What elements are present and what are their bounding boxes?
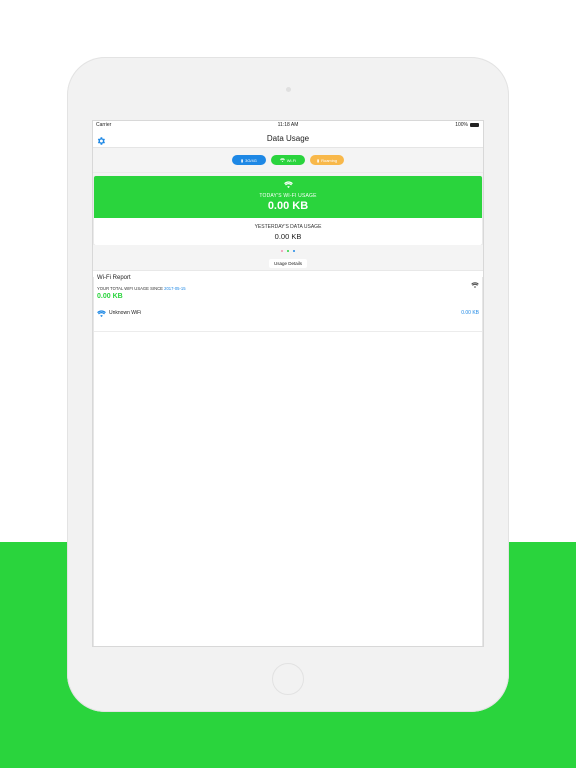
today-panel: TODAY'S WI-FI USAGE 0.00 KB	[94, 176, 482, 218]
network-name: Unknown WiFi	[109, 309, 142, 316]
page-dot[interactable]	[281, 249, 283, 252]
page-dot-active[interactable]	[287, 249, 289, 252]
yesterday-usage-label: YESTERDAY'S DATA USAGE	[254, 224, 322, 230]
network-toggle-bar: ▮ 3G/4G Wi-Fi ▮ Roaming	[93, 148, 483, 173]
wifi-report: Wi-Fi Report YOUR TOTAL WIFI USAGE SINCE…	[93, 271, 483, 332]
section-header: Usage Details	[93, 256, 483, 271]
today-usage-label: TODAY'S WI-FI USAGE	[259, 193, 317, 199]
battery-icon	[470, 123, 479, 127]
today-usage-value: 0.00 KB	[267, 200, 309, 212]
toggle-label: Wi-Fi	[286, 157, 297, 163]
total-usage-date: 2017-05-15	[164, 286, 186, 291]
toggle-wifi[interactable]: Wi-Fi	[270, 155, 305, 165]
status-battery: 100%	[455, 121, 479, 129]
home-button[interactable]	[272, 663, 304, 695]
wifi-icon	[97, 304, 106, 322]
yesterday-usage-value: 0.00 KB	[274, 232, 302, 241]
camera-dot	[286, 87, 291, 92]
list-item[interactable]: Unknown WiFi 0.00 KB	[97, 308, 479, 317]
gear-icon[interactable]	[96, 133, 106, 145]
navigation-bar: Data Usage	[93, 129, 483, 148]
wifi-icon	[471, 275, 479, 293]
page-dot[interactable]	[293, 249, 295, 252]
summary-area: TODAY'S WI-FI USAGE 0.00 KB YESTERDAY'S …	[93, 173, 483, 245]
wifi-icon	[94, 181, 482, 188]
network-usage-value: 0.00 KB	[461, 309, 479, 316]
page-title: Data Usage	[266, 133, 310, 143]
report-title: Wi-Fi Report	[97, 275, 131, 281]
signal-icon: ▮	[316, 157, 320, 163]
summary-card[interactable]: TODAY'S WI-FI USAGE 0.00 KB YESTERDAY'S …	[94, 176, 482, 245]
toggle-3g-4g[interactable]: ▮ 3G/4G	[231, 155, 266, 165]
toggle-label: 3G/4G	[245, 157, 257, 163]
divider	[482, 277, 483, 646]
divider	[93, 277, 94, 646]
tablet-frame: Carrier 11:18 AM 100% Data Usage ▮ 3G/4G	[67, 57, 509, 712]
yesterday-panel: YESTERDAY'S DATA USAGE 0.00 KB	[94, 218, 482, 245]
signal-icon: ▮	[240, 157, 244, 163]
toggle-roaming[interactable]: ▮ Roaming	[309, 155, 345, 165]
section-title: Usage Details	[268, 258, 307, 268]
toggle-label: Roaming	[321, 157, 338, 163]
total-usage-prefix: YOUR TOTAL WIFI USAGE SINCE	[97, 286, 163, 291]
app-screen: Carrier 11:18 AM 100% Data Usage ▮ 3G/4G	[93, 121, 483, 646]
page-indicator[interactable]	[93, 245, 483, 256]
status-time: 11:18 AM	[277, 122, 299, 128]
battery-percent: 100%	[455, 122, 468, 128]
wifi-icon	[279, 157, 285, 163]
total-usage-line: YOUR TOTAL WIFI USAGE SINCE 2017-05-15	[97, 286, 186, 291]
total-usage-value: 0.00 KB	[97, 293, 123, 300]
status-bar: Carrier 11:18 AM 100%	[93, 121, 483, 129]
